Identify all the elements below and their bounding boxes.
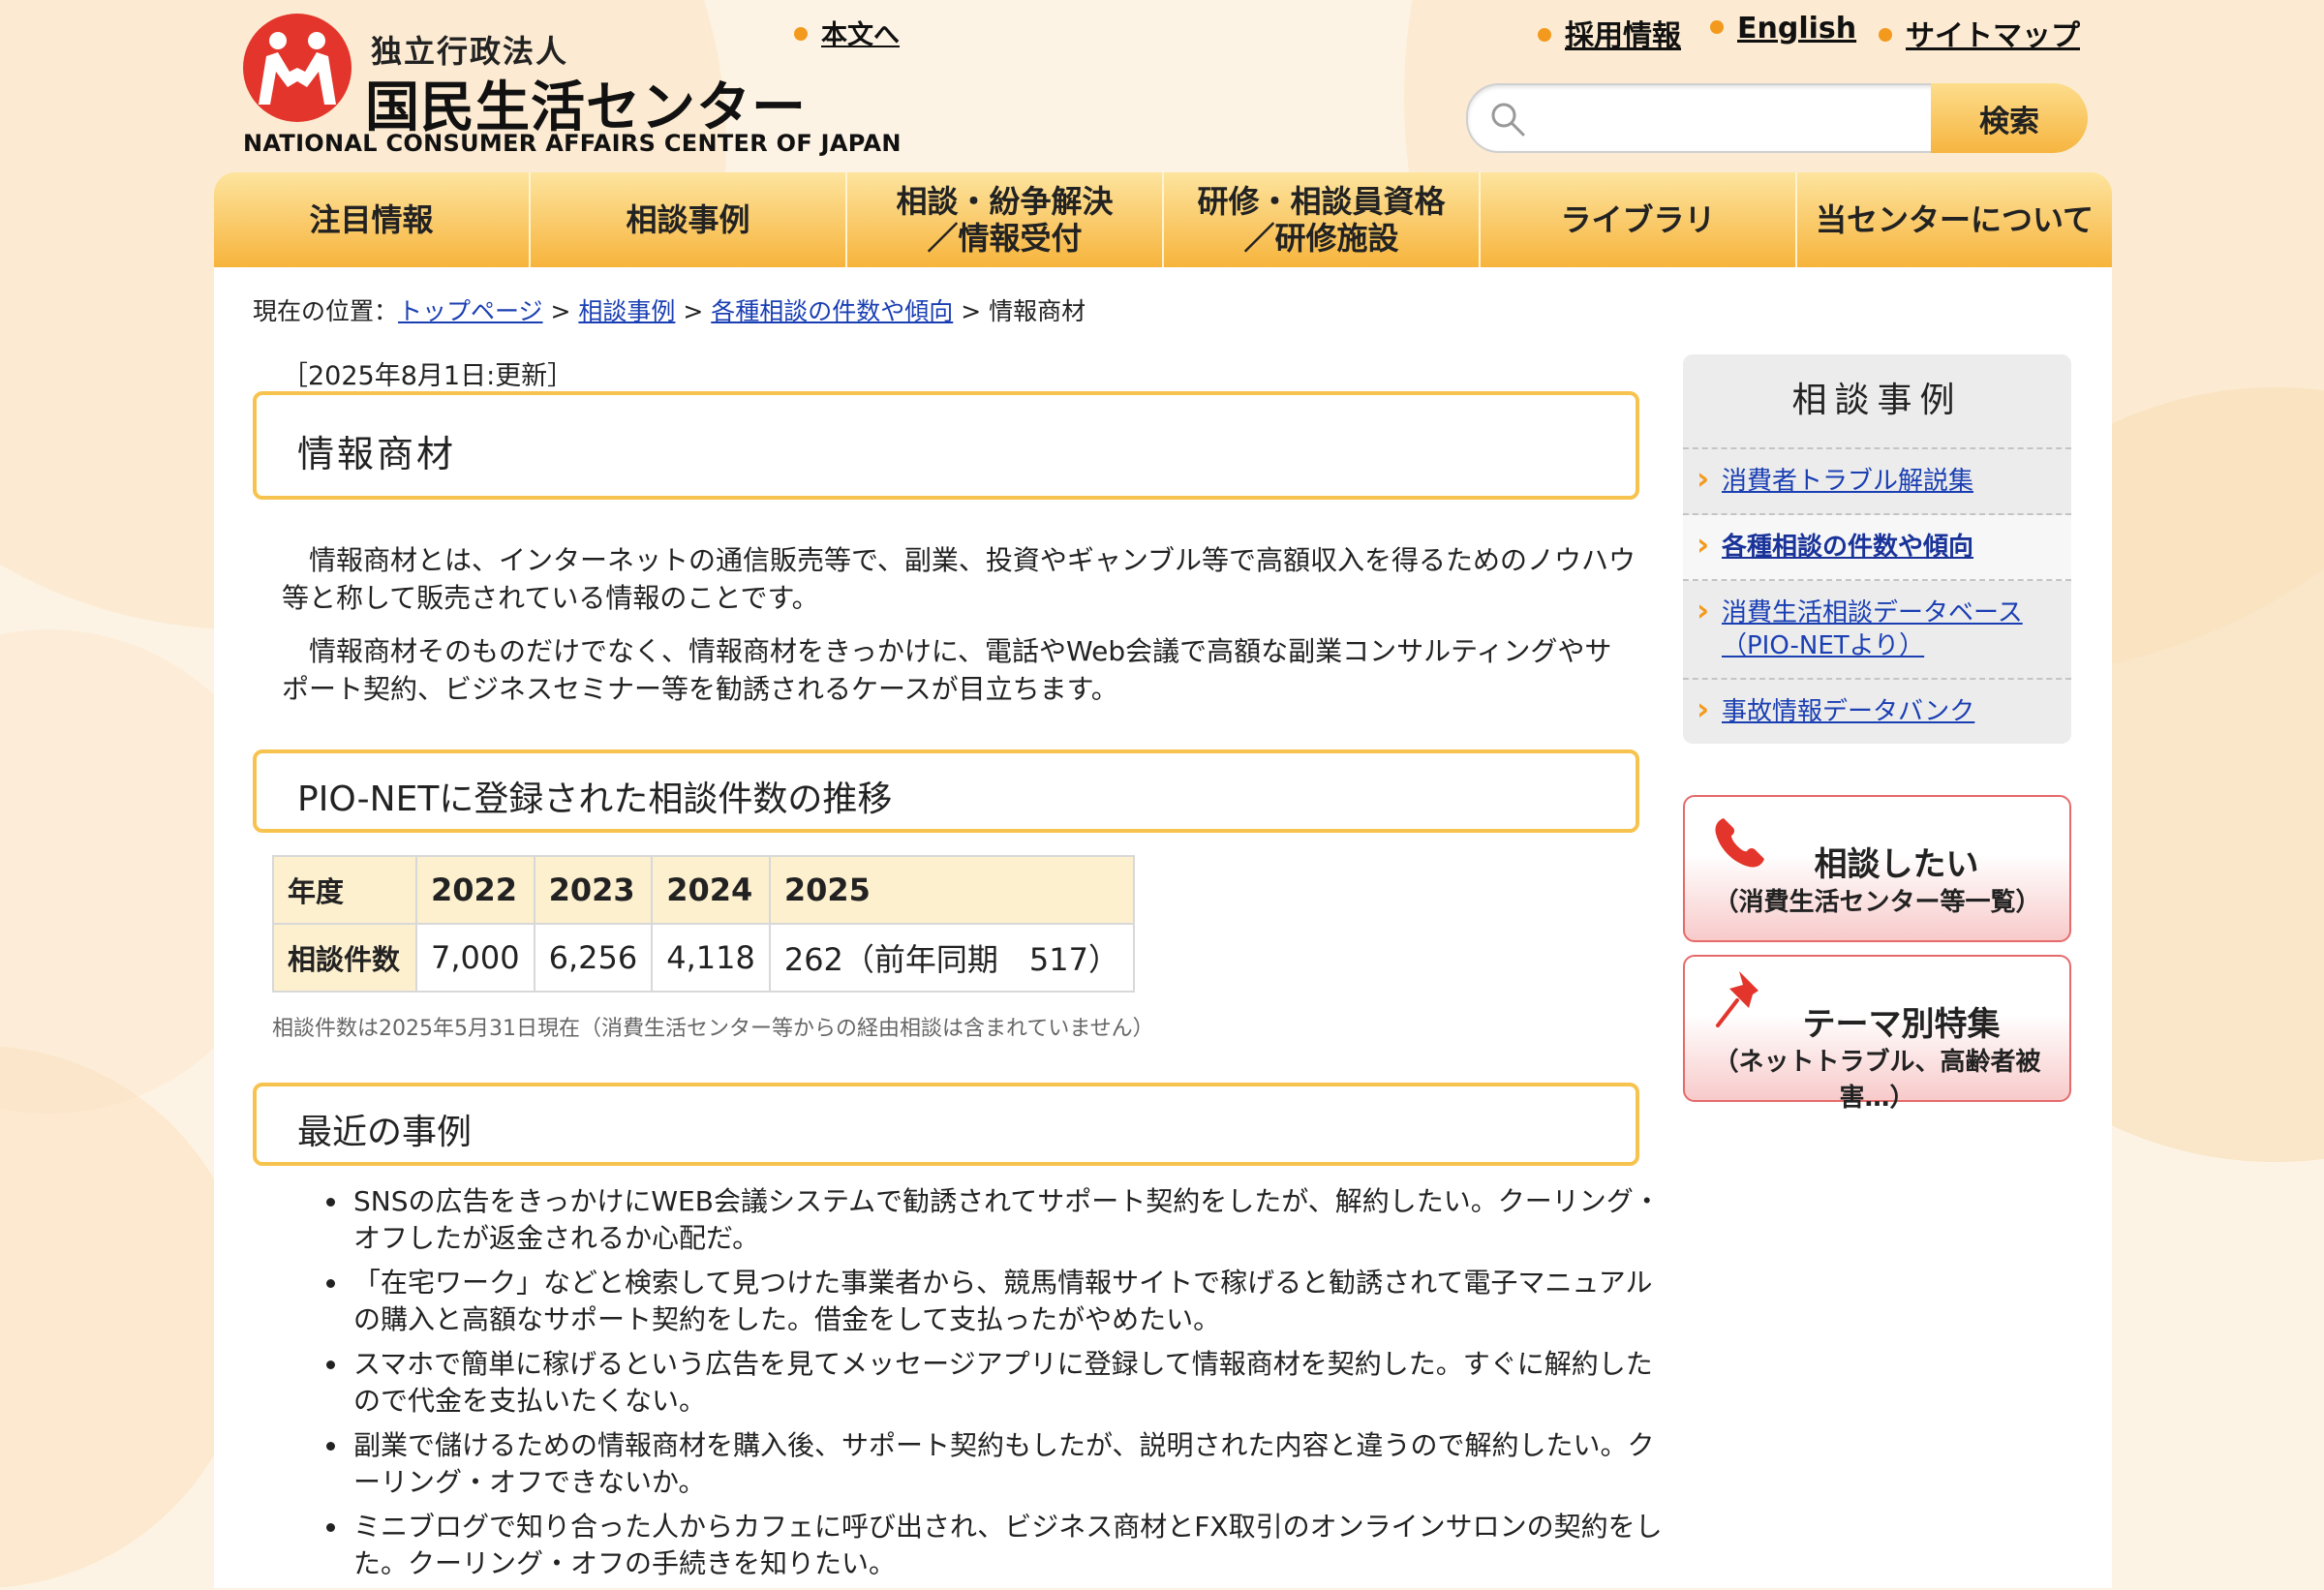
sidebar-item-counts-trends: 各種相談の件数や傾向 bbox=[1683, 515, 2071, 581]
main-content: 現在の位置：トップページ > 相談事例 > 各種相談の件数や傾向 > 情報商材 … bbox=[214, 267, 2112, 1588]
counts-heading: PIO-NETに登録された相談件数の推移 bbox=[297, 780, 893, 819]
sidebar-item-pionet-database: 消費生活相談データベース（PIO-NETより） bbox=[1683, 581, 2071, 680]
sidebar: 相談事例 消費者トラブル解説集 各種相談の件数や傾向 消費生活相談データベース（… bbox=[1683, 354, 2071, 744]
table-row: 年度 2022 2023 2024 2025 bbox=[272, 855, 1136, 925]
list-item: 「在宅ワーク」などと検索して見つけた事業者から、競馬情報サイトで稼げると勧誘され… bbox=[350, 1265, 1667, 1338]
sidebar-title: 相談事例 bbox=[1683, 354, 2071, 449]
nav-about[interactable]: 当センターについて bbox=[1797, 172, 2112, 267]
sidebar-link[interactable]: 各種相談の件数や傾向 bbox=[1722, 533, 1973, 562]
breadcrumb-current: 情報商材 bbox=[989, 297, 1086, 325]
table-header-cell: 2025 bbox=[768, 855, 1136, 925]
nav-consultation-cases[interactable]: 相談事例 bbox=[531, 172, 847, 267]
theme-banner-subtitle: （ネットトラブル、高齢者被害…） bbox=[1713, 1048, 2041, 1113]
cases-heading-box: 最近の事例 bbox=[253, 1083, 1639, 1166]
table-row-label: 相談件数 bbox=[272, 923, 417, 993]
lead-paragraph-2: 情報商材そのものだけでなく、情報商材をきっかけに、電話やWeb会議で高額な副業コ… bbox=[282, 635, 1612, 705]
counts-table: 年度 2022 2023 2024 2025 相談件数 7,000 6,256 … bbox=[272, 855, 1136, 993]
list-item: 副業で儲けるための情報商材を購入後、サポート契約もしたが、説明された内容と違うの… bbox=[350, 1427, 1667, 1501]
sidebar-menu: 相談事例 消費者トラブル解説集 各種相談の件数や傾向 消費生活相談データベース（… bbox=[1683, 354, 2071, 744]
consult-banner-title: 相談したい bbox=[1814, 845, 1979, 884]
lead-paragraph-1: 情報商材とは、インターネットの通信販売等で、副業、投資やギャンブル等で高額収入を… bbox=[282, 544, 1636, 614]
search-field bbox=[1466, 83, 1944, 153]
case-list: SNSの広告をきっかけにWEB会議システムで勧誘されてサポート契約をしたが、解約… bbox=[330, 1183, 1667, 1590]
theme-banner[interactable]: テーマ別特集 （ネットトラブル、高齢者被害…） bbox=[1683, 955, 2071, 1113]
consult-banner-subtitle: （消費生活センター等一覧） bbox=[1713, 888, 2041, 917]
breadcrumb-cases-link[interactable]: 相談事例 bbox=[578, 297, 675, 325]
sitemap-link[interactable]: サイトマップ bbox=[1879, 12, 2080, 54]
table-cell: 4,118 bbox=[651, 923, 771, 993]
site-search: 検索 bbox=[1466, 83, 2088, 153]
breadcrumb-top-link[interactable]: トップページ bbox=[398, 297, 543, 325]
bullet-dot-icon bbox=[1879, 27, 1892, 42]
nav-dispute-resolution[interactable]: 相談・紛争解決 ／情報受付 bbox=[847, 172, 1164, 267]
table-cell: 7,000 bbox=[415, 923, 535, 993]
global-nav: 注目情報 相談事例 相談・紛争解決 ／情報受付 研修・相談員資格 ／研修施設 ラ… bbox=[214, 172, 2112, 267]
table-header-cell: 2022 bbox=[415, 855, 535, 925]
table-header-cell: 年度 bbox=[272, 855, 417, 925]
table-header-cell: 2023 bbox=[533, 855, 654, 925]
search-icon bbox=[1491, 103, 1525, 137]
counts-heading-box: PIO-NETに登録された相談件数の推移 bbox=[253, 749, 1639, 833]
logo-mark-icon bbox=[243, 14, 352, 122]
bullet-dot-icon bbox=[794, 26, 808, 41]
sidebar-link[interactable]: 消費生活相談データベース（PIO-NETより） bbox=[1722, 598, 2023, 660]
search-button[interactable]: 検索 bbox=[1931, 83, 2088, 153]
sidebar-item-trouble-guide: 消費者トラブル解説集 bbox=[1683, 449, 2071, 515]
recruit-link[interactable]: 採用情報 bbox=[1538, 12, 1681, 54]
cases-heading: 最近の事例 bbox=[297, 1113, 473, 1152]
breadcrumb: 現在の位置：トップページ > 相談事例 > 各種相談の件数や傾向 > 情報商材 bbox=[253, 297, 1086, 325]
nav-training[interactable]: 研修・相談員資格 ／研修施設 bbox=[1164, 172, 1481, 267]
page-title: 情報商材 bbox=[297, 433, 457, 475]
list-item: ミニブログで知り合った人からカフェに呼び出され、ビジネス商材とFX取引のオンライ… bbox=[350, 1509, 1667, 1582]
table-cell: 6,256 bbox=[533, 923, 654, 993]
skip-to-content-link[interactable]: 本文へ bbox=[794, 14, 900, 51]
list-item: スマホで簡単に稼げるという広告を見てメッセージアプリに登録して情報商材を契約した… bbox=[350, 1346, 1667, 1420]
search-input[interactable] bbox=[1545, 93, 1927, 143]
sidebar-link[interactable]: 事故情報データバンク bbox=[1722, 697, 1974, 726]
bullet-dot-icon bbox=[1538, 27, 1551, 42]
nav-library[interactable]: ライブラリ bbox=[1481, 172, 1797, 267]
nav-featured[interactable]: 注目情報 bbox=[214, 172, 531, 267]
updated-date: ［2025年8月1日:更新］ bbox=[282, 361, 574, 391]
breadcrumb-trends-link[interactable]: 各種相談の件数や傾向 bbox=[711, 297, 953, 325]
list-item: SNSの広告をきっかけにWEB会議システムで勧誘されてサポート契約をしたが、解約… bbox=[350, 1183, 1667, 1257]
theme-banner-title: テーマ別特集 bbox=[1802, 1005, 2001, 1044]
page-title-box: 情報商材 bbox=[253, 391, 1639, 500]
table-cell: 262（前年同期 517） bbox=[768, 923, 1136, 993]
english-link[interactable]: English bbox=[1710, 12, 1856, 46]
site-header: 独立行政法人 国民生活センター NATIONAL CONSUMER AFFAIR… bbox=[0, 0, 2324, 172]
consult-banner[interactable]: 相談したい （消費生活センター等一覧） bbox=[1683, 795, 2071, 942]
table-header-cell: 2024 bbox=[651, 855, 771, 925]
counts-note: 相談件数は2025年5月31日現在（消費生活センター等からの経由相談は含まれてい… bbox=[272, 1017, 1154, 1041]
bullet-dot-icon bbox=[1710, 19, 1724, 34]
site-logo[interactable]: 独立行政法人 国民生活センター NATIONAL CONSUMER AFFAIR… bbox=[241, 10, 901, 157]
table-row: 相談件数 7,000 6,256 4,118 262（前年同期 517） bbox=[272, 923, 1136, 993]
logo-english: NATIONAL CONSUMER AFFAIRS CENTER OF JAPA… bbox=[243, 130, 902, 157]
sidebar-item-accident-databank: 事故情報データバンク bbox=[1683, 680, 2071, 744]
sidebar-link[interactable]: 消費者トラブル解説集 bbox=[1722, 467, 1973, 496]
